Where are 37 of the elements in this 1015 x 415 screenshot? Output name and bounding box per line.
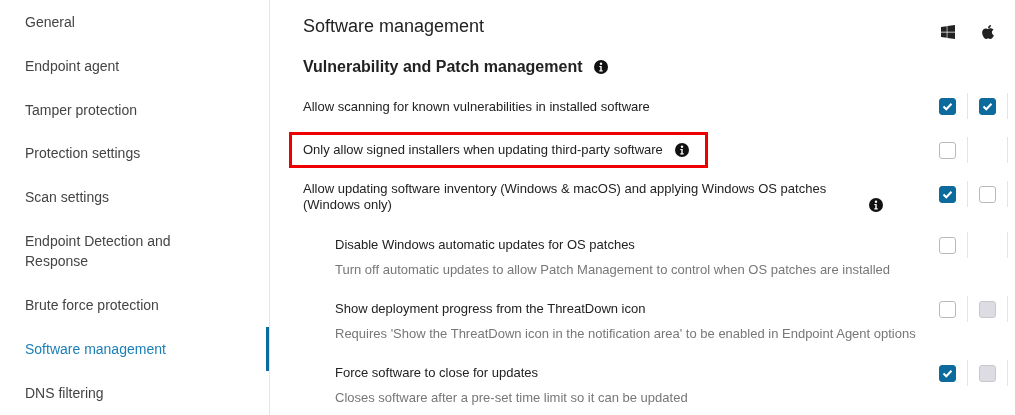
section-title: Vulnerability and Patch management <box>303 57 583 77</box>
checkbox[interactable] <box>939 97 956 115</box>
check-icon <box>942 368 953 378</box>
info-icon[interactable] <box>594 60 609 74</box>
checkbox[interactable] <box>939 185 956 203</box>
setting-description: Closes software after a pre-set time limit so it can be updated <box>335 390 689 406</box>
checkbox[interactable] <box>939 364 956 382</box>
page-title: Software management <box>303 15 486 38</box>
sidebar-item[interactable]: General <box>0 0 269 44</box>
sidebar-item[interactable]: DNS filtering <box>0 371 269 415</box>
info-icon[interactable] <box>674 143 689 157</box>
setting-label: Only allow signed installers when updating third-party software <box>303 142 663 158</box>
checkbox[interactable] <box>979 185 996 203</box>
check-icon <box>942 189 953 199</box>
apple-icon <box>980 24 996 40</box>
checkbox[interactable] <box>979 97 996 115</box>
setting-label: Force software to close for updates <box>335 365 539 381</box>
windows-icon <box>940 24 956 40</box>
sidebar-item[interactable]: Endpoint Detection and Response <box>0 219 269 284</box>
setting-description: Turn off automatic updates to allow Patch Management to control when OS patches are installed <box>335 262 891 278</box>
check-icon <box>942 101 953 111</box>
setting-description: Requires 'Show the ThreatDown icon in the notification area' to be enabled in Endpoint Agent options <box>335 326 917 342</box>
checkbox[interactable] <box>939 300 956 318</box>
setting-label: Allow updating software inventory (Windows & macOS) and applying Windows OS patches (Windows only) <box>303 180 828 213</box>
sidebar-item[interactable]: Endpoint agent <box>0 43 269 88</box>
sidebar-item[interactable]: Software management <box>0 327 269 372</box>
checkbox[interactable] <box>939 141 956 159</box>
setting-label: Disable Windows automatic updates for OS patches <box>335 237 635 253</box>
checkbox[interactable] <box>939 236 956 254</box>
check-icon <box>982 101 993 111</box>
info-icon[interactable] <box>869 197 883 212</box>
sidebar-item[interactable]: Brute force protection <box>0 283 269 328</box>
sidebar-item[interactable]: Tamper protection <box>0 87 269 132</box>
sidebar-item[interactable]: Scan settings <box>0 175 269 220</box>
setting-label: Show deployment progress from the ThreatDown icon <box>335 301 646 317</box>
setting-label: Allow scanning for known vulnerabilities in installed software <box>303 99 650 115</box>
sidebar-item[interactable]: Protection settings <box>0 131 269 176</box>
